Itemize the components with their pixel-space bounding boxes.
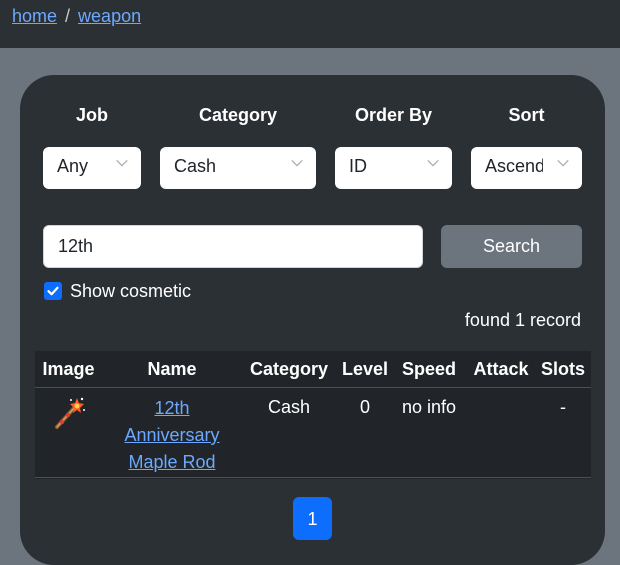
chevron-down-icon xyxy=(291,159,303,167)
breadcrumb: home / weapon xyxy=(0,0,620,48)
item-level: 0 xyxy=(359,397,370,417)
page-1-button[interactable]: 1 xyxy=(293,497,332,540)
checkmark-icon xyxy=(47,286,59,296)
breadcrumb-separator: / xyxy=(65,6,71,26)
sort-label: Sort xyxy=(508,105,545,125)
result-count: found 1 record xyxy=(464,310,581,330)
header-speed: Speed xyxy=(401,359,457,379)
job-select-value: Any xyxy=(57,156,89,176)
category-select[interactable]: Cash xyxy=(160,147,316,189)
breadcrumb-home-link[interactable]: home xyxy=(12,6,57,26)
chevron-down-icon xyxy=(427,159,439,167)
header-attack: Attack xyxy=(473,359,529,379)
item-name-line1: 12th xyxy=(154,398,190,418)
results-table: Image Name Category Level Speed Attack S… xyxy=(35,351,591,479)
category-label: Category xyxy=(198,105,278,125)
item-name-line2: Anniversary xyxy=(124,425,220,445)
show-cosmetic-label[interactable]: Show cosmetic xyxy=(70,281,191,302)
order-by-select-value: ID xyxy=(349,156,367,176)
item-name-cell: 12th Anniversary Maple Rod xyxy=(122,395,222,476)
row-divider xyxy=(35,477,591,478)
search-input[interactable]: 12th xyxy=(43,225,423,268)
chevron-down-icon xyxy=(116,159,128,167)
category-select-value: Cash xyxy=(174,156,217,176)
job-select[interactable]: Any xyxy=(43,147,141,189)
sort-select-value: Ascend xyxy=(485,156,543,176)
header-level: Level xyxy=(341,359,389,379)
header-name: Name xyxy=(147,359,197,379)
header-category: Category xyxy=(249,359,329,379)
sort-select[interactable]: Ascend xyxy=(471,147,582,189)
table-header: Image Name Category Level Speed Attack S… xyxy=(35,351,591,388)
order-by-label: Order By xyxy=(354,105,433,125)
item-name-link[interactable]: 12th Anniversary Maple Rod xyxy=(124,398,219,472)
header-slots: Slots xyxy=(540,359,585,379)
maple-rod-icon xyxy=(55,397,85,429)
search-panel: Job Category Order By Sort Any Cash ID A… xyxy=(20,75,605,565)
order-by-select[interactable]: ID xyxy=(335,147,452,189)
search-button[interactable]: Search xyxy=(441,225,582,268)
chevron-down-icon xyxy=(557,159,569,167)
job-label: Job xyxy=(75,105,108,125)
header-image: Image xyxy=(42,359,95,379)
item-speed: no info xyxy=(401,397,457,417)
breadcrumb-weapon-link[interactable]: weapon xyxy=(78,6,141,26)
item-slots: - xyxy=(560,397,566,417)
item-category: Cash xyxy=(267,397,311,417)
show-cosmetic-checkbox[interactable] xyxy=(44,282,62,300)
item-name-line3: Maple Rod xyxy=(128,452,216,472)
